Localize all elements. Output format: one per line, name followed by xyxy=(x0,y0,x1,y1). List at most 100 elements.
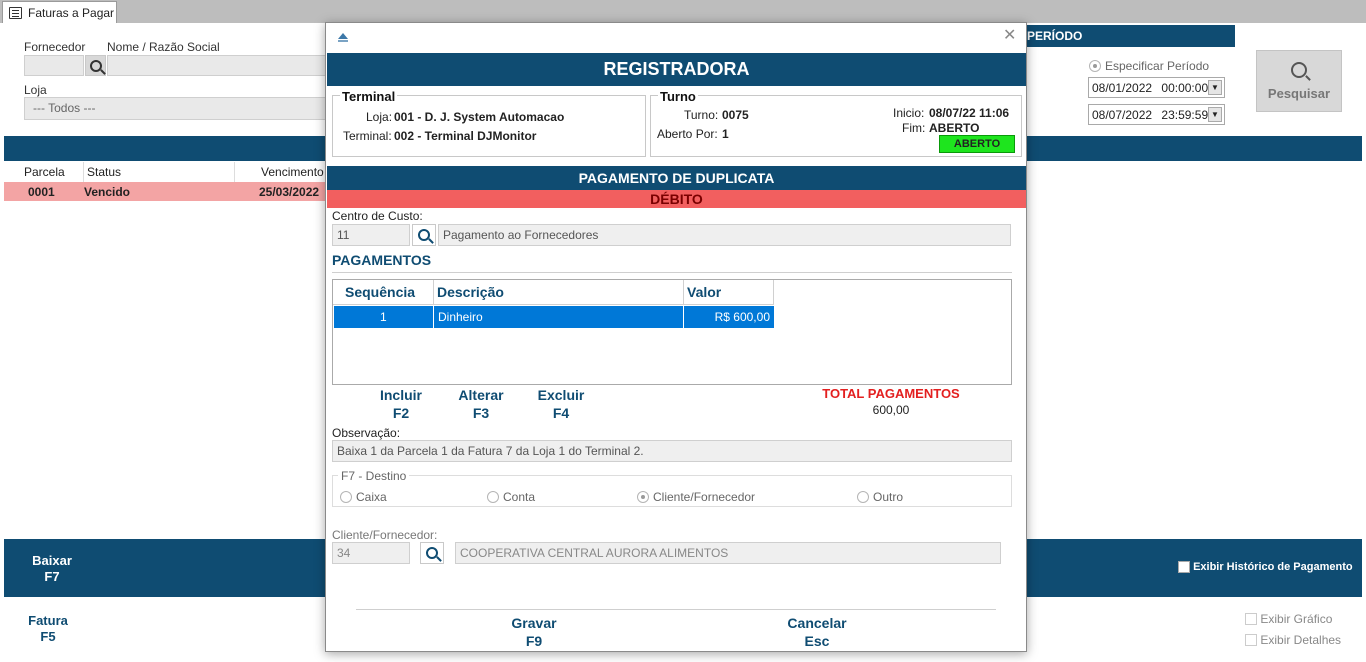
col-divider xyxy=(683,306,684,328)
periodo-header: PERÍODO xyxy=(1027,25,1235,47)
terminal-panel xyxy=(332,95,646,157)
alterar-key: F3 xyxy=(472,405,490,421)
fornecedor-search-button[interactable] xyxy=(85,55,106,76)
cancelar-button[interactable]: Cancelar Esc xyxy=(777,614,857,650)
cliente-code: 34 xyxy=(337,546,351,560)
fornecedor-label: Fornecedor xyxy=(24,40,86,54)
observacao-label: Observação: xyxy=(332,426,401,440)
alterar-label: Alterar xyxy=(458,387,504,403)
date-to-picker[interactable]: 08/07/2022 23:59:59 ▼ xyxy=(1088,104,1225,125)
radio-icon xyxy=(487,490,499,503)
search-icon xyxy=(418,229,430,241)
checkbox-icon xyxy=(1178,561,1190,574)
cell-valor: R$ 600,00 xyxy=(714,310,770,324)
total-value: 600,00 xyxy=(872,403,910,417)
fatura-button[interactable]: Fatura F5 xyxy=(18,613,78,645)
terminal-label: Terminal: xyxy=(343,129,392,143)
periodo-title: PERÍODO xyxy=(1027,29,1083,43)
pagamentos-title: PAGAMENTOS xyxy=(332,252,432,268)
historico-label: Exibir Histórico de Pagamento xyxy=(1193,561,1353,574)
divider xyxy=(356,609,996,610)
table-row[interactable]: 1 Dinheiro R$ 600,00 xyxy=(334,306,774,328)
fim-value: ABERTO xyxy=(929,121,980,135)
tab-faturas-a-pagar[interactable]: Faturas a Pagar xyxy=(2,1,117,23)
destino-option-cliente[interactable]: Cliente/Fornecedor xyxy=(637,489,755,504)
loja-value: 001 - D. J. System Automacao xyxy=(394,110,565,124)
pesquisar-label: Pesquisar xyxy=(1267,86,1331,101)
loja-label: Loja xyxy=(24,83,47,97)
time-from: 00:00:00 xyxy=(1161,81,1209,95)
grid-header-status: Status xyxy=(87,165,122,179)
tab-bar xyxy=(0,0,1366,23)
cliente-name: COOPERATIVA CENTRAL AURORA ALIMENTOS xyxy=(460,546,729,560)
inicio-label: Inicio: xyxy=(893,106,925,120)
fatura-key: F5 xyxy=(40,629,56,644)
grafico-checkbox[interactable]: Exibir Gráfico xyxy=(1245,611,1332,626)
radio-icon xyxy=(637,490,649,503)
excluir-key: F4 xyxy=(552,405,570,421)
pagamentos-table: Sequência Descrição Valor 1 Dinheiro R$ … xyxy=(332,279,1012,385)
incluir-button[interactable]: Incluir F2 xyxy=(371,386,431,422)
excluir-button[interactable]: Excluir F4 xyxy=(531,386,591,422)
centro-custo-label: Centro de Custo: xyxy=(332,209,423,223)
date-from: 08/01/2022 xyxy=(1092,81,1153,95)
divider xyxy=(332,272,1012,273)
centro-custo-code: 11 xyxy=(337,228,350,242)
section-title: PAGAMENTO DE DUPLICATA xyxy=(327,166,1026,190)
radio-icon xyxy=(340,490,352,503)
cliente-code-input[interactable]: 34 xyxy=(332,542,410,564)
dropdown-arrow-icon[interactable]: ▼ xyxy=(1208,107,1222,122)
terminal-title: Terminal xyxy=(340,89,398,104)
checkbox-icon xyxy=(1245,612,1257,625)
registradora-dialog: ✕ REGISTRADORA Terminal Loja: 001 - D. J… xyxy=(325,22,1027,652)
destino-option-outro[interactable]: Outro xyxy=(857,489,903,504)
alterar-button[interactable]: Alterar F3 xyxy=(451,386,511,422)
document-icon xyxy=(9,6,22,19)
inicio-value: 08/07/22 11:06 xyxy=(929,106,1010,120)
date-to: 08/07/2022 xyxy=(1092,108,1153,122)
nome-label: Nome / Razão Social xyxy=(107,40,220,54)
destino-caixa-label: Caixa xyxy=(356,489,387,504)
payment-type-banner: DÉBITO xyxy=(327,190,1026,208)
pesquisar-button[interactable]: Pesquisar xyxy=(1256,50,1342,112)
table-row[interactable]: 0001 Vencido 25/03/2022 xyxy=(4,182,326,201)
observacao-input[interactable]: Baixa 1 da Parcela 1 da Fatura 7 da Loja… xyxy=(332,440,1012,462)
gravar-button[interactable]: Gravar F9 xyxy=(494,614,574,650)
dropdown-arrow-icon[interactable]: ▼ xyxy=(1208,80,1222,95)
grid-divider xyxy=(234,162,235,182)
col-divider xyxy=(773,280,774,305)
cell-desc: Dinheiro xyxy=(438,310,483,324)
detalhes-checkbox[interactable]: Exibir Detalhes xyxy=(1245,632,1341,647)
historico-checkbox[interactable]: Exibir Histórico de Pagamento xyxy=(1178,561,1353,574)
grid-divider xyxy=(83,162,84,182)
date-from-picker[interactable]: 08/01/2022 00:00:00 ▼ xyxy=(1088,77,1225,98)
fornecedor-input[interactable] xyxy=(24,55,84,76)
fatura-label: Fatura xyxy=(28,613,68,628)
baixar-button[interactable]: Baixar F7 xyxy=(22,553,82,585)
destino-option-conta[interactable]: Conta xyxy=(487,489,535,504)
centro-custo-code-input[interactable]: 11 xyxy=(332,224,410,246)
total-pagamentos: TOTAL PAGAMENTOS 600,00 xyxy=(806,386,976,417)
col-valor: Valor xyxy=(687,284,722,300)
destino-option-caixa[interactable]: Caixa xyxy=(340,489,387,504)
time-to: 23:59:59 xyxy=(1161,108,1209,122)
fim-label: Fim: xyxy=(902,121,926,135)
close-icon[interactable]: ✕ xyxy=(1003,28,1016,44)
col-divider xyxy=(433,306,434,328)
dialog-title: REGISTRADORA xyxy=(327,53,1026,86)
baixar-key: F7 xyxy=(44,569,60,584)
cell-parcela: 0001 xyxy=(28,185,55,199)
loja-select[interactable]: --- Todos --- xyxy=(24,97,327,120)
destino-conta-label: Conta xyxy=(503,489,536,504)
checkbox-icon xyxy=(1245,633,1257,646)
centro-custo-search-button[interactable] xyxy=(412,224,436,246)
status-badge: ABERTO xyxy=(939,135,1015,153)
aberto-por-value: 1 xyxy=(722,127,729,141)
loja-select-value: --- Todos --- xyxy=(33,101,96,115)
nome-input[interactable] xyxy=(107,55,327,76)
cliente-search-button[interactable] xyxy=(420,542,444,564)
baixar-label: Baixar xyxy=(32,553,72,568)
especificar-periodo-option[interactable]: Especificar Período xyxy=(1089,58,1209,73)
app-logo-icon xyxy=(336,30,350,44)
centro-custo-desc-input: Pagamento ao Fornecedores xyxy=(438,224,1011,246)
